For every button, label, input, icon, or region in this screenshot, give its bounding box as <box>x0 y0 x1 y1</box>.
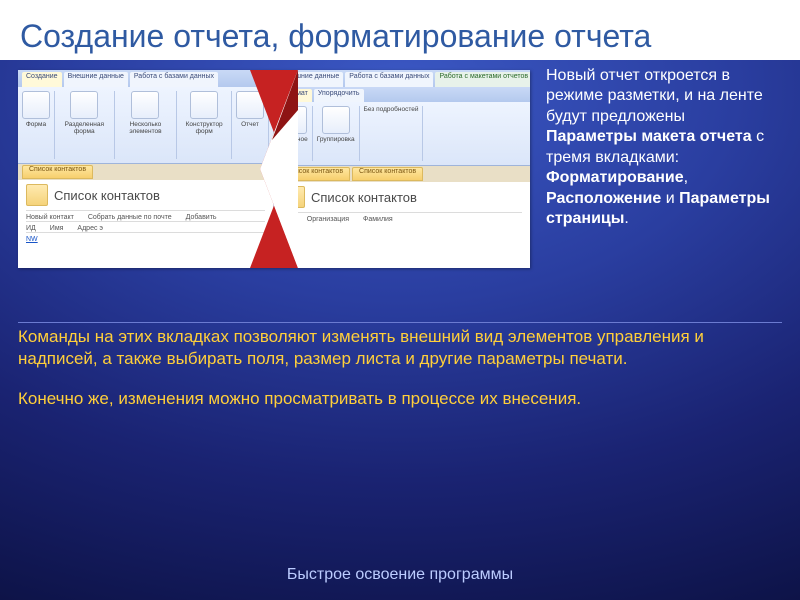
screenshot-right: Внешние данные Работа с базами данных Ра… <box>275 70 530 268</box>
ribbon-body-left: Форма Разделенная форма Несколько элемен… <box>18 87 273 164</box>
doc-tabs-left: Список контактов <box>18 164 273 180</box>
split-form-icon <box>70 91 98 119</box>
grouping-icon <box>322 106 350 134</box>
ribbon-screenshot: Создание Внешние данные Работа с базами … <box>18 70 530 268</box>
body-paragraphs: Команды на этих вкладках позволяют измен… <box>18 326 778 428</box>
doc-area-left: Список контактов Новый контакт Собрать д… <box>18 180 273 268</box>
form-icon <box>22 91 50 119</box>
doc-title-left: Список контактов <box>54 188 160 203</box>
ribbon-tabs-right-1: Внешние данные Работа с базами данных Ра… <box>275 70 530 87</box>
slide: Создание отчета, форматирование отчета С… <box>0 0 800 600</box>
nw-link: NW <box>26 236 38 243</box>
doc-tab: Список контактов <box>22 165 93 179</box>
contacts-icon <box>283 186 305 208</box>
tab-create: Создание <box>22 72 62 87</box>
conditional-icon <box>279 106 307 134</box>
contacts-icon <box>26 184 48 206</box>
footer-text: Быстрое освоение программы <box>0 566 800 584</box>
tab-dbtools: Работа с базами данных <box>130 72 218 87</box>
slide-title: Создание отчета, форматирование отчета <box>18 14 784 58</box>
tab-external: Внешние данные <box>64 72 128 87</box>
ribbon-tabs-left: Создание Внешние данные Работа с базами … <box>18 70 273 87</box>
side-paragraph: Новый отчет откроется в режиме разметки,… <box>546 66 780 230</box>
body-p2: Конечно же, изменения можно просматриват… <box>18 388 778 410</box>
divider <box>18 322 782 323</box>
doc-title-right: Список контактов <box>311 190 417 205</box>
ribbon-body-right: Условное Группировка Без подробностей <box>275 102 530 166</box>
report-icon <box>236 91 264 119</box>
multi-items-icon <box>131 91 159 119</box>
body-p1: Команды на этих вкладках позволяют измен… <box>18 326 778 370</box>
doc-tabs-right: Список контактов Список контактов <box>275 166 530 182</box>
doc-area-right: Список контактов ИД Организация Фамилия <box>275 182 530 268</box>
form-constructor-icon <box>190 91 218 119</box>
ribbon-tabs-right-2: Формат Упорядочить <box>275 87 530 102</box>
screenshot-left: Создание Внешние данные Работа с базами … <box>18 70 273 268</box>
